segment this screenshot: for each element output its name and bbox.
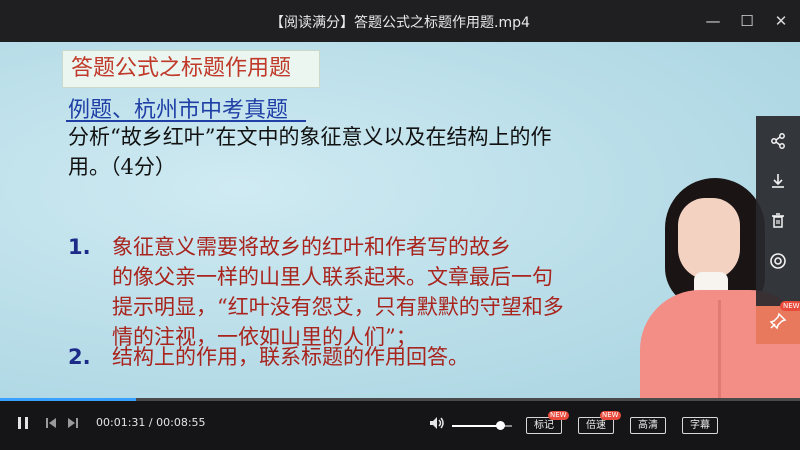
control-bar: 00:01:31 / 00:08:55 标记 NEW 倍速 NEW 高清 字幕: [0, 401, 800, 450]
minimize-button[interactable]: —: [702, 10, 724, 32]
answer-2-number: 2.: [68, 345, 91, 369]
presenter-zipper: [718, 300, 721, 408]
answer-1-number: 1.: [68, 235, 91, 259]
trash-icon[interactable]: [756, 206, 800, 244]
download-icon[interactable]: [756, 166, 800, 204]
title-bar: 【阅读满分】答题公式之标题作用题.mp4 — ☐ ✕: [0, 0, 800, 42]
slide-title: 答题公式之标题作用题: [62, 50, 320, 88]
volume-icon[interactable]: [428, 415, 446, 435]
time-separator: /: [148, 416, 153, 429]
video-frame[interactable]: 答题公式之标题作用题 例题、杭州市中考真题 分析“故乡红叶”在文中的象征意义以及…: [0, 42, 800, 408]
volume-fill: [452, 425, 500, 427]
quality-button[interactable]: 高清: [630, 417, 666, 434]
volume-slider[interactable]: [452, 421, 512, 430]
answer-1-rest: 的像父亲一样的山里人联系起来。文章最后一句提示明显，“红叶没有怨艾，只有默默的守…: [112, 265, 564, 349]
answer-1: 1. 象征意义需要将故乡的红叶和作者写的故乡 的像父亲一样的山里人联系起来。文章最…: [68, 232, 568, 352]
window-title: 【阅读满分】答题公式之标题作用题.mp4: [270, 15, 530, 31]
pause-icon[interactable]: [16, 415, 30, 435]
previous-icon[interactable]: [44, 415, 58, 435]
share-icon[interactable]: [756, 126, 800, 164]
volume-knob[interactable]: [496, 421, 505, 430]
speed-new-badge: NEW: [600, 411, 621, 420]
side-panel: [756, 116, 800, 306]
record-icon[interactable]: [756, 246, 800, 284]
pin-icon[interactable]: [756, 306, 800, 344]
next-icon[interactable]: [66, 415, 80, 435]
answer-2: 2. 结构上的作用，联系标题的作用回答。: [68, 342, 469, 372]
close-button[interactable]: ✕: [770, 10, 792, 32]
pin-new-badge: NEW: [780, 301, 800, 311]
maximize-button[interactable]: ☐: [736, 10, 758, 32]
answer-1-first-line: 象征意义需要将故乡的红叶和作者写的故乡: [112, 235, 511, 259]
presenter-face: [678, 198, 740, 280]
subtitle-button[interactable]: 字幕: [682, 417, 718, 434]
duration: 00:08:55: [156, 416, 206, 429]
mark-new-badge: NEW: [548, 411, 569, 420]
time-readout: 00:01:31 / 00:08:55: [96, 416, 206, 429]
question-text: 分析“故乡红叶”在文中的象征意义以及在结构上的作用。（4分）: [68, 125, 552, 179]
answer-2-text: 结构上的作用，联系标题的作用回答。: [112, 345, 469, 369]
current-time: 00:01:31: [96, 416, 146, 429]
